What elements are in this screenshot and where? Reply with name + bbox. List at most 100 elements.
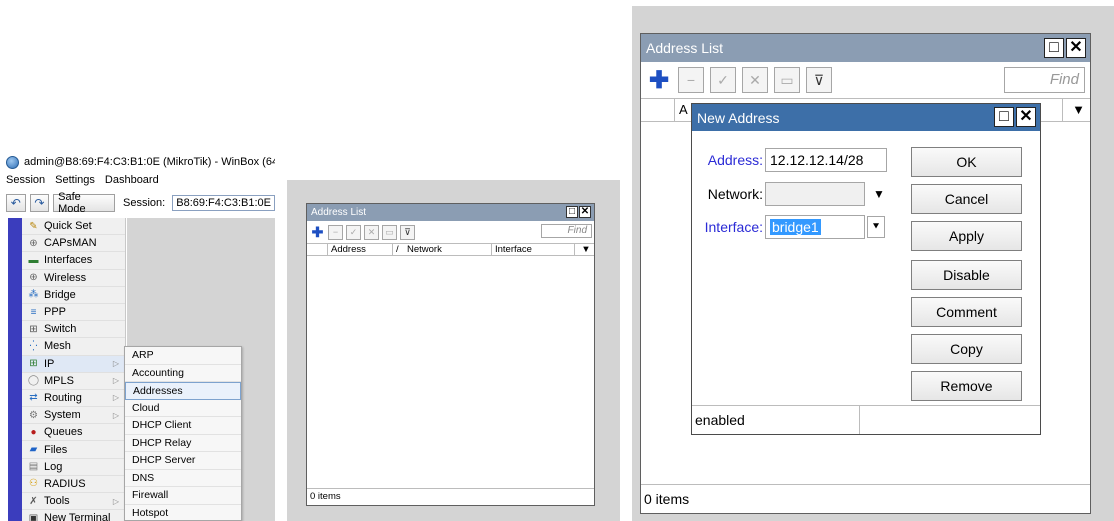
sidebar-item-new-terminal[interactable]: ▣ New Terminal	[22, 510, 125, 521]
comment-button[interactable]: Comment	[911, 297, 1022, 327]
undo-button[interactable]: ↶	[6, 194, 26, 212]
enable-button[interactable]: ✓	[710, 67, 736, 93]
maximize-button[interactable]: □	[994, 107, 1014, 127]
remove-button[interactable]: −	[328, 224, 343, 240]
copy-button[interactable]: Copy	[911, 334, 1022, 364]
add-button[interactable]: ✚	[310, 224, 325, 240]
ok-button[interactable]: OK	[911, 147, 1022, 177]
remove-button[interactable]: Remove	[911, 371, 1022, 401]
interface-dropdown-button[interactable]: ⯆	[867, 216, 885, 238]
close-button[interactable]: ✕	[1066, 38, 1086, 58]
network-field-row: Network: ▼	[695, 182, 885, 206]
submenu-item-cloud[interactable]: Cloud	[125, 400, 241, 417]
sidebar-item-radius[interactable]: ⚇ RADIUS	[22, 476, 125, 493]
address-list-window: Address List □ ✕ ✚ − ✓ ✕ ▭ ⊽ Find Addres…	[306, 203, 595, 506]
address-field-row: Address: 12.12.12.14/28	[695, 148, 887, 172]
sidebar-item-interfaces[interactable]: ▬ Interfaces	[22, 252, 125, 270]
status-bar: 0 items	[307, 488, 594, 505]
redo-button[interactable]: ↷	[29, 194, 50, 212]
column-header-network[interactable]: Network	[404, 244, 492, 255]
submenu-item-firewall[interactable]: Firewall	[125, 487, 241, 505]
submenu-item-hotspot[interactable]: Hotspot	[125, 505, 241, 521]
submenu-item-dhcp-relay[interactable]: DHCP Relay	[125, 435, 241, 452]
sidebar-item-files[interactable]: ▰ Files	[22, 441, 125, 459]
columns-dropdown-button[interactable]: ▼	[575, 244, 594, 255]
sidebar-item-quick-set[interactable]: ✎ Quick Set	[22, 218, 125, 236]
sidebar-item-wireless[interactable]: ⊕ Wireless	[22, 270, 125, 287]
sidebar-item-label: PPP	[44, 306, 67, 319]
filter-icon: ⊽	[813, 71, 825, 88]
maximize-button[interactable]: □	[566, 206, 578, 218]
network-input[interactable]	[765, 182, 865, 206]
maximize-button[interactable]: □	[1044, 38, 1064, 58]
wireless-icon: ⊕	[29, 272, 38, 284]
interface-value: bridge1	[770, 219, 821, 235]
column-header-interface[interactable]: Interface	[492, 244, 575, 255]
comment-button[interactable]: ▭	[382, 224, 397, 240]
column-header-flags[interactable]	[307, 244, 328, 255]
column-header-address[interactable]: Address	[328, 244, 393, 255]
submenu-item-dns[interactable]: DNS	[125, 470, 241, 487]
sidebar-item-ppp[interactable]: ≡ PPP	[22, 304, 125, 322]
submenu-item-dhcp-server[interactable]: DHCP Server	[125, 452, 241, 470]
sidebar-item-mesh[interactable]: ⁛ Mesh	[22, 338, 125, 356]
submenu-item-arp[interactable]: ARP	[125, 347, 241, 365]
address-input[interactable]: 12.12.12.14/28	[765, 148, 887, 172]
capsman-icon: ⊕	[29, 237, 38, 249]
check-icon: ✓	[717, 71, 729, 88]
sidebar-item-log[interactable]: ▤ Log	[22, 459, 125, 476]
mesh-icon: ⁛	[29, 340, 38, 352]
sidebar-item-label: Files	[44, 443, 68, 456]
window-controls: □ ✕	[1044, 38, 1086, 58]
sidebar-item-mpls[interactable]: ◯ MPLS ▷	[22, 373, 125, 390]
close-button[interactable]: ✕	[579, 206, 591, 218]
enable-button[interactable]: ✓	[346, 224, 361, 240]
filter-button[interactable]: ⊽	[806, 67, 832, 93]
comment-button[interactable]: ▭	[774, 67, 800, 93]
remove-button[interactable]: −	[678, 67, 704, 93]
disable-button[interactable]: ✕	[364, 224, 379, 240]
address-list-small-panel: Address List □ ✕ ✚ − ✓ ✕ ▭ ⊽ Find Addres…	[287, 180, 620, 521]
sidebar-item-switch[interactable]: ⊞ Switch	[22, 321, 125, 339]
menu-dashboard[interactable]: Dashboard	[105, 174, 159, 186]
filter-icon: ⊽	[404, 226, 411, 237]
network-dropdown-icon[interactable]: ▼	[873, 188, 885, 200]
safe-mode-button[interactable]: Safe Mode	[53, 191, 116, 215]
sidebar-item-system[interactable]: ⚙ System ▷	[22, 407, 125, 425]
sidebar-item-tools[interactable]: ✗ Tools ▷	[22, 493, 125, 511]
close-button[interactable]: ✕	[1016, 107, 1036, 127]
sidebar-item-bridge[interactable]: ⁂ Bridge	[22, 287, 125, 304]
column-header-flags[interactable]	[641, 99, 675, 121]
find-input[interactable]: Find	[1004, 67, 1085, 93]
sidebar-item-ip[interactable]: ⊞ IP ▷	[22, 355, 125, 373]
bridge-icon: ⁂	[28, 289, 39, 301]
add-button[interactable]: ✚	[646, 66, 672, 94]
sidebar-item-queues[interactable]: ● Queues	[22, 424, 125, 442]
find-input[interactable]: Find	[541, 224, 592, 238]
sidebar-item-capsman[interactable]: ⊕ CAPsMAN	[22, 235, 125, 253]
disable-button[interactable]: ✕	[742, 67, 768, 93]
columns-dropdown-button[interactable]: ▼	[1063, 99, 1090, 121]
terminal-icon: ▣	[28, 512, 39, 521]
dialog-title-bar: New Address □ ✕	[692, 104, 1040, 131]
apply-button[interactable]: Apply	[911, 221, 1022, 251]
sidebar-item-label: Switch	[44, 323, 77, 336]
submenu-item-dhcp-client[interactable]: DHCP Client	[125, 417, 241, 435]
window-title: Address List	[311, 207, 367, 218]
sidebar-item-label: Bridge	[44, 288, 76, 301]
cancel-button[interactable]: Cancel	[911, 184, 1022, 214]
submenu-item-accounting[interactable]: Accounting	[125, 365, 241, 382]
menu-session[interactable]: Session	[6, 174, 45, 186]
disable-button[interactable]: Disable	[911, 260, 1022, 290]
files-icon: ▰	[29, 444, 38, 456]
interface-label: Interface:	[704, 219, 763, 235]
filter-button[interactable]: ⊽	[400, 224, 415, 240]
radius-icon: ⚇	[29, 478, 38, 490]
submenu-item-addresses[interactable]: Addresses	[125, 382, 241, 400]
maximize-icon: □	[568, 206, 576, 217]
sort-indicator: /	[396, 244, 399, 255]
sidebar-item-routing[interactable]: ⇄ Routing ▷	[22, 390, 125, 408]
interface-select[interactable]: bridge1	[765, 215, 865, 239]
plus-icon: ✚	[648, 66, 670, 94]
menu-settings[interactable]: Settings	[55, 174, 95, 186]
